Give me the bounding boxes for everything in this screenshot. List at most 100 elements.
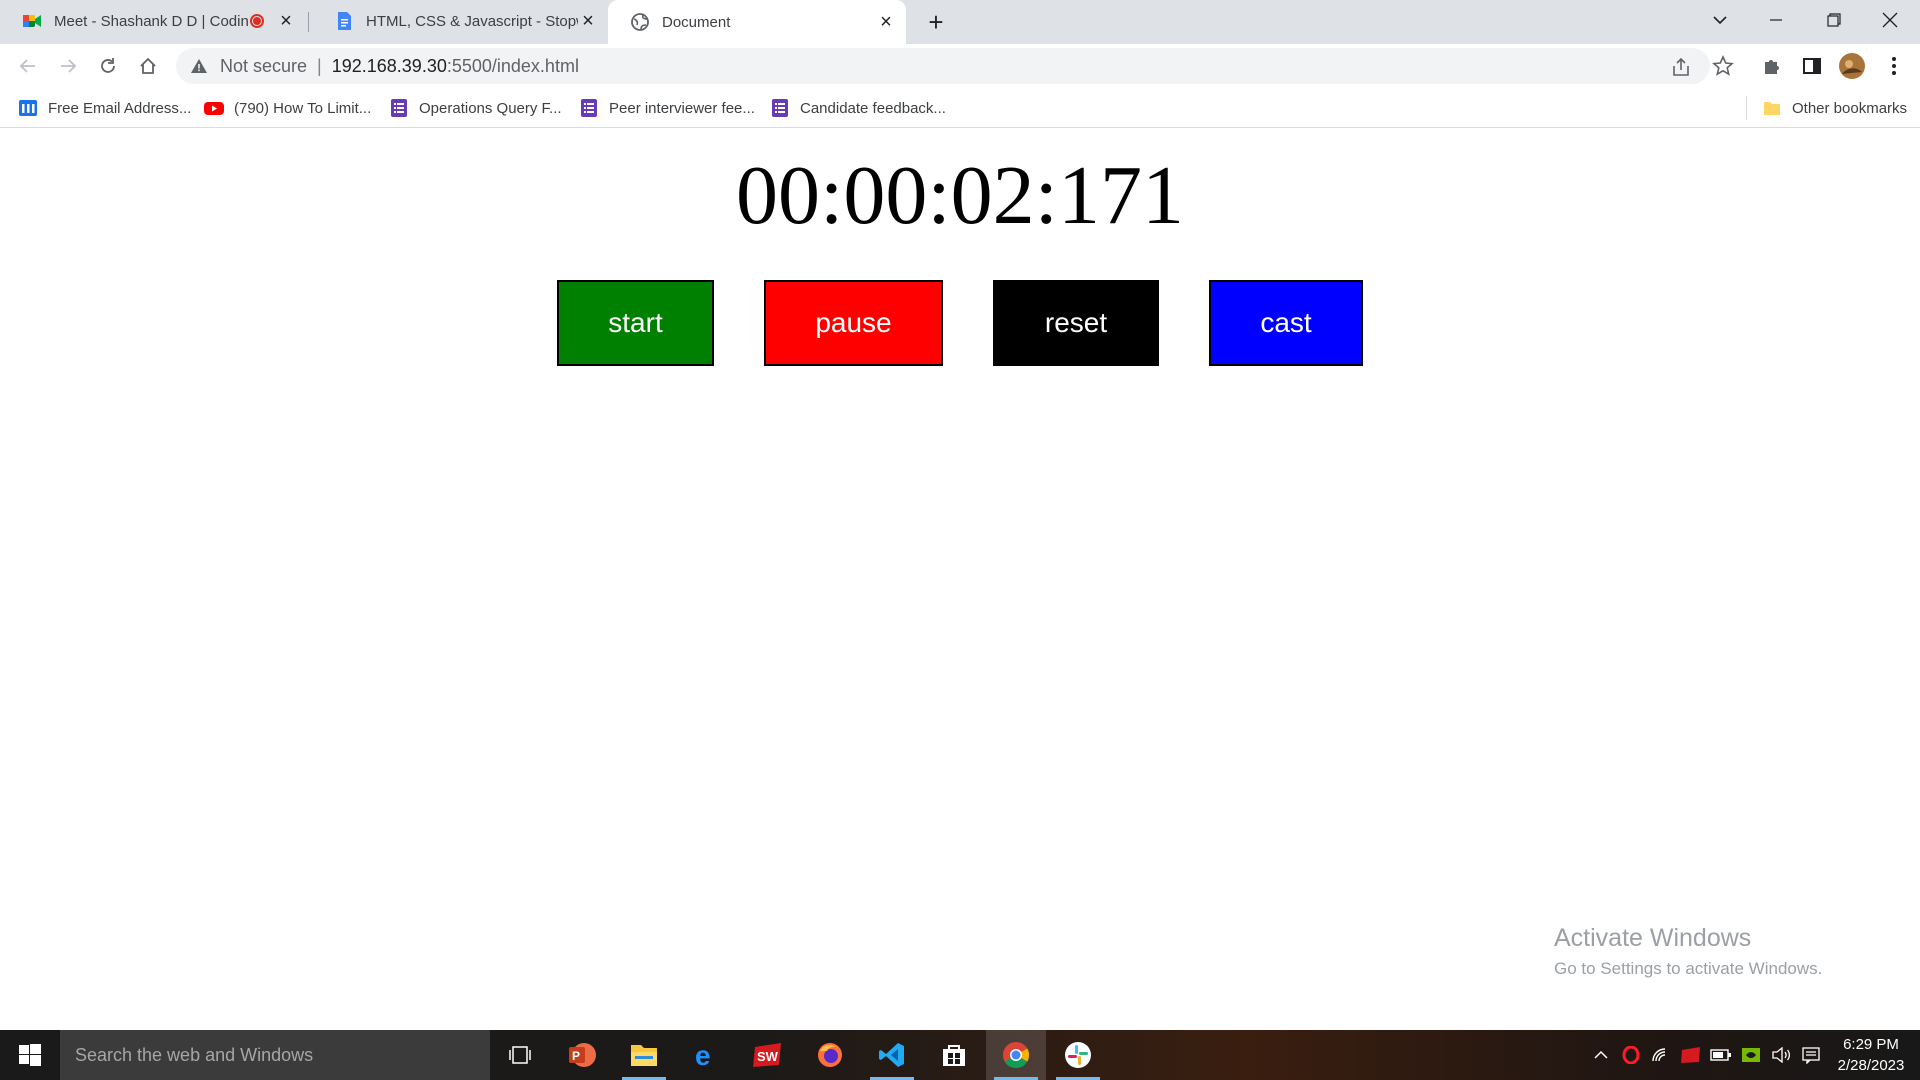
bookmark-label: Candidate feedback... (800, 99, 946, 117)
back-button[interactable] (12, 50, 44, 82)
tab-strip: Meet - Shashank D D | Codin × HTML, CSS … (0, 0, 1920, 44)
windows-logo-icon (19, 1044, 41, 1066)
side-panel-icon (1803, 58, 1821, 74)
bookmark-item[interactable]: Free Email Address... (18, 96, 191, 120)
address-bar[interactable]: Not secure | 192.168.39.30:5500/index.ht… (176, 48, 1710, 84)
arrow-right-icon (61, 59, 77, 73)
bookmark-label: Free Email Address... (48, 99, 192, 117)
recording-icon (250, 14, 264, 28)
speaker-icon (1772, 1047, 1791, 1063)
cast-button[interactable]: cast (1209, 280, 1363, 366)
tab-separator (308, 12, 309, 32)
nvidia-tray[interactable] (1738, 1030, 1764, 1080)
firefox-app[interactable] (800, 1030, 860, 1080)
solidworks-tray[interactable] (1678, 1030, 1704, 1080)
slack-app[interactable] (1048, 1030, 1108, 1080)
arrow-left-icon (19, 59, 35, 73)
url-path: :5500/index.html (446, 55, 579, 76)
other-bookmarks[interactable]: Other bookmarks (1762, 96, 1907, 120)
show-hidden-icons-button[interactable] (1588, 1030, 1614, 1080)
store-icon (943, 1045, 965, 1066)
reload-button[interactable] (92, 50, 124, 82)
forward-button[interactable] (52, 50, 84, 82)
folder-icon (631, 1045, 657, 1066)
pause-button[interactable]: pause (764, 280, 943, 366)
bookmark-item[interactable]: Candidate feedback... (770, 96, 946, 120)
menu-button[interactable] (1878, 50, 1910, 82)
minimize-icon (1770, 19, 1782, 21)
bookmark-item[interactable]: (790) How To Limit... (204, 96, 371, 120)
bookmarks-bar: Free Email Address... (790) How To Limit… (0, 88, 1920, 128)
solidworks-app[interactable]: SW (738, 1030, 798, 1080)
close-icon[interactable]: × (876, 11, 896, 33)
minimize-button[interactable] (1748, 0, 1804, 40)
bookmark-item[interactable]: Peer interviewer fee... (579, 96, 755, 120)
globe-icon (631, 13, 649, 31)
close-window-button[interactable] (1862, 0, 1918, 40)
watermark-title: Activate Windows (1554, 924, 1752, 952)
stopwatch-display: 00:00:02:171 (735, 149, 1184, 242)
puzzle-icon (1765, 60, 1779, 74)
wifi-tray[interactable] (1648, 1030, 1674, 1080)
page-content: 00:00:02:171 start pause reset cast Acti… (0, 129, 1920, 1030)
restore-button[interactable] (1806, 0, 1862, 40)
close-icon[interactable]: × (276, 10, 296, 32)
vscode-icon (879, 1043, 904, 1067)
close-icon[interactable]: × (578, 10, 598, 32)
tab-document[interactable]: Document × (608, 0, 906, 44)
svg-text:P: P (572, 1049, 580, 1063)
reset-button[interactable]: reset (993, 280, 1159, 366)
solidworks-icon (1681, 1047, 1700, 1063)
tab-search-button[interactable] (1692, 0, 1748, 40)
reload-icon (101, 58, 115, 73)
google-meet-icon (23, 15, 41, 27)
close-icon (1882, 12, 1898, 28)
taskbar-search-input[interactable]: Search the web and Windows (60, 1030, 490, 1080)
action-center-button[interactable] (1798, 1030, 1824, 1080)
google-forms-icon (772, 99, 788, 117)
start-menu-button[interactable] (0, 1030, 60, 1080)
side-panel-button[interactable] (1796, 50, 1828, 82)
star-icon[interactable] (1712, 55, 1734, 77)
google-forms-icon (391, 99, 407, 117)
google-forms-icon (581, 99, 597, 117)
mailinator-icon (19, 100, 37, 116)
browser-toolbar: Not secure | 192.168.39.30:5500/index.ht… (0, 44, 1920, 88)
store-app[interactable] (924, 1030, 984, 1080)
opera-tray[interactable] (1618, 1030, 1644, 1080)
chevron-up-icon (1594, 1050, 1608, 1059)
security-label: Not secure (220, 55, 308, 76)
vscode-app[interactable] (862, 1030, 922, 1080)
svg-text:e: e (695, 1041, 711, 1069)
nvidia-icon (1742, 1048, 1760, 1062)
file-explorer-app[interactable] (614, 1030, 674, 1080)
url-host: 192.168.39.30 (331, 55, 447, 76)
restore-icon (1827, 13, 1841, 27)
chrome-app[interactable] (986, 1030, 1046, 1080)
slack-icon (1065, 1042, 1091, 1068)
tab-title: HTML, CSS & Javascript - Stopwa (366, 12, 578, 30)
edge-app[interactable]: e (676, 1030, 736, 1080)
tab-meet[interactable]: Meet - Shashank D D | Codin × (0, 0, 306, 42)
task-view-button[interactable] (490, 1030, 550, 1080)
bookmark-label: Operations Query F... (419, 99, 562, 117)
powerpoint-app[interactable]: P (552, 1030, 612, 1080)
tab-docs[interactable]: HTML, CSS & Javascript - Stopwa × (312, 0, 608, 42)
share-icon[interactable] (1670, 56, 1692, 78)
firefox-icon (818, 1043, 842, 1067)
profile-button[interactable] (1836, 50, 1868, 82)
volume-tray[interactable] (1768, 1030, 1794, 1080)
youtube-icon (204, 102, 224, 115)
battery-tray[interactable] (1708, 1030, 1734, 1080)
extensions-button[interactable] (1756, 50, 1788, 82)
tab-title: Document (662, 13, 731, 31)
home-button[interactable] (132, 50, 164, 82)
bookmark-label: (790) How To Limit... (234, 99, 372, 117)
start-button[interactable]: start (557, 280, 714, 366)
bookmark-item[interactable]: Operations Query F... (389, 96, 562, 120)
avatar (1839, 53, 1865, 79)
taskbar: Search the web and Windows P e SW 6:29 P… (0, 1030, 1920, 1080)
new-tab-button[interactable]: + (920, 6, 952, 38)
taskbar-clock[interactable]: 6:29 PM 2/28/2023 (1826, 1034, 1916, 1076)
bookmark-label: Peer interviewer fee... (609, 99, 755, 117)
